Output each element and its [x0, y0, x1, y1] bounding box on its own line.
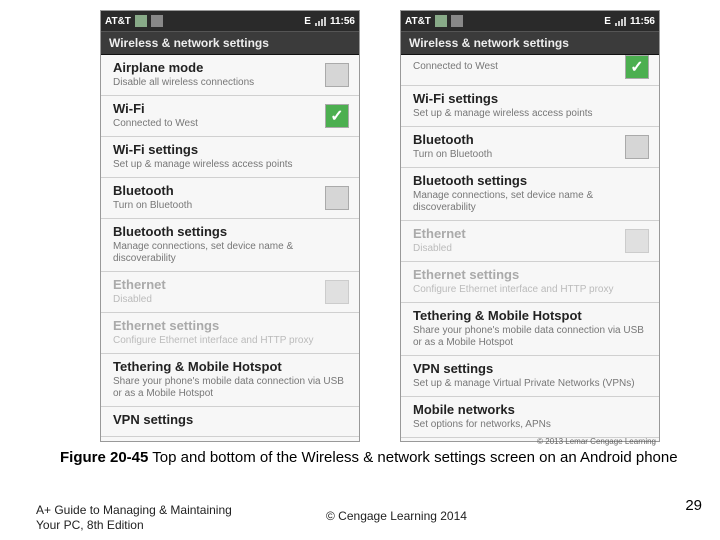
row-title: Bluetooth [113, 184, 317, 199]
checkbox[interactable] [325, 104, 349, 128]
row-title: VPN settings [413, 362, 649, 377]
row-subtitle: Set up & manage wireless access points [113, 159, 349, 171]
row-subtitle: Manage connections, set device name & di… [413, 190, 649, 214]
download-icon [451, 15, 463, 27]
row-title: Ethernet settings [413, 268, 649, 283]
row-subtitle: Connected to West [113, 118, 317, 130]
settings-row[interactable]: Wi-Fi settingsSet up & manage wireless a… [101, 137, 359, 178]
row-subtitle: Share your phone's mobile data connectio… [113, 376, 349, 400]
checkbox[interactable] [325, 63, 349, 87]
screen-title: Wireless & network settings [401, 31, 659, 55]
settings-row[interactable]: Tethering & Mobile HotspotShare your pho… [401, 303, 659, 356]
settings-row[interactable]: Bluetooth settingsManage connections, se… [401, 168, 659, 221]
checkbox [325, 280, 349, 304]
settings-row[interactable]: Wi-Fi settingsSet up & manage wireless a… [401, 86, 659, 127]
row-subtitle: Connected to West [413, 61, 617, 73]
clock: 11:56 [630, 16, 655, 27]
row-title: Wi-Fi settings [413, 92, 649, 107]
status-bar: AT&T E 11:56 [401, 11, 659, 31]
network-type: E [604, 16, 611, 27]
phone-right: AT&T E 11:56 Wireless & network settings… [400, 10, 660, 442]
network-type: E [304, 16, 311, 27]
row-title: Ethernet [413, 227, 617, 242]
figure-number: Figure 20-45 [60, 449, 148, 466]
row-title: Tethering & Mobile Hotspot [113, 360, 349, 375]
settings-row[interactable]: EthernetDisabled [101, 272, 359, 313]
copyright: © Cengage Learning 2014 [296, 503, 720, 534]
row-title: Wi-Fi [113, 102, 317, 117]
figure-text: Top and bottom of the Wireless & network… [152, 449, 677, 466]
row-title: Ethernet settings [113, 319, 349, 334]
row-subtitle: Configure Ethernet interface and HTTP pr… [413, 284, 649, 296]
settings-row[interactable]: VPN settingsSet up & manage Virtual Priv… [401, 356, 659, 397]
row-subtitle: Configure Ethernet interface and HTTP pr… [113, 335, 349, 347]
row-title: Bluetooth settings [413, 174, 649, 189]
row-subtitle: Disabled [113, 294, 317, 306]
row-subtitle: Share your phone's mobile data connectio… [413, 325, 649, 349]
row-subtitle: Disabled [413, 243, 617, 255]
settings-row[interactable]: VPN settings [101, 407, 359, 437]
settings-list-bottom[interactable]: Wi-Fi Connected to West Wi-Fi settingsSe… [401, 55, 659, 441]
signal-bars-icon [615, 16, 626, 26]
row-subtitle: Manage connections, set device name & di… [113, 241, 349, 265]
carrier-label: AT&T [105, 16, 131, 27]
settings-row[interactable]: BluetoothTurn on Bluetooth [401, 127, 659, 168]
signal-bars-icon [315, 16, 326, 26]
phone-screenshots: AT&T E 11:56 Wireless & network settings… [0, 0, 720, 442]
screen-title: Wireless & network settings [101, 31, 359, 55]
row-title: Ethernet [113, 278, 317, 293]
download-icon [151, 15, 163, 27]
row-title: VPN settings [113, 413, 349, 428]
settings-row[interactable]: Tethering & Mobile HotspotShare your pho… [101, 354, 359, 407]
sync-icon [435, 15, 447, 27]
settings-row[interactable]: Airplane modeDisable all wireless connec… [101, 55, 359, 96]
row-subtitle: Set up & manage wireless access points [413, 108, 649, 120]
settings-row[interactable]: BluetoothTurn on Bluetooth [101, 178, 359, 219]
row-subtitle: Disable all wireless connections [113, 77, 317, 89]
status-bar: AT&T E 11:56 [101, 11, 359, 31]
row-subtitle: Set options for networks, APNs [413, 419, 649, 431]
checkbox [625, 229, 649, 253]
row-title: Bluetooth settings [113, 225, 349, 240]
page-footer: A+ Guide to Managing & Maintaining Your … [0, 503, 720, 534]
row-title: Mobile networks [413, 403, 649, 418]
settings-row[interactable]: Wi-FiConnected to West [101, 96, 359, 137]
settings-row[interactable]: Bluetooth settingsManage connections, se… [101, 219, 359, 272]
carrier-label: AT&T [405, 16, 431, 27]
row-subtitle: Set up & manage Virtual Private Networks… [413, 378, 649, 390]
settings-row[interactable]: Mobile networksSet options for networks,… [401, 397, 659, 438]
book-title-line2: Your PC, 8th Edition [36, 518, 296, 534]
book-title-line1: A+ Guide to Managing & Maintaining [36, 503, 296, 519]
row-subtitle: Turn on Bluetooth [113, 200, 317, 212]
checkbox[interactable] [325, 186, 349, 210]
sync-icon [135, 15, 147, 27]
row-subtitle: Turn on Bluetooth [413, 149, 617, 161]
row-title: Wi-Fi settings [113, 143, 349, 158]
checkbox[interactable] [625, 135, 649, 159]
settings-row[interactable]: Ethernet settingsConfigure Ethernet inte… [101, 313, 359, 354]
page-number: 29 [685, 497, 702, 514]
row-title: Bluetooth [413, 133, 617, 148]
row-title: Airplane mode [113, 61, 317, 76]
clock: 11:56 [330, 16, 355, 27]
image-copyright: © 2013 Lemar Cengage Learning [537, 437, 656, 446]
settings-row[interactable]: Ethernet settingsConfigure Ethernet inte… [401, 262, 659, 303]
settings-row[interactable]: EthernetDisabled [401, 221, 659, 262]
settings-row[interactable]: Wi-Fi Connected to West [401, 55, 659, 86]
checkbox[interactable] [625, 55, 649, 79]
row-title: Tethering & Mobile Hotspot [413, 309, 649, 324]
phone-left: AT&T E 11:56 Wireless & network settings… [100, 10, 360, 442]
settings-list-top[interactable]: Airplane modeDisable all wireless connec… [101, 55, 359, 441]
